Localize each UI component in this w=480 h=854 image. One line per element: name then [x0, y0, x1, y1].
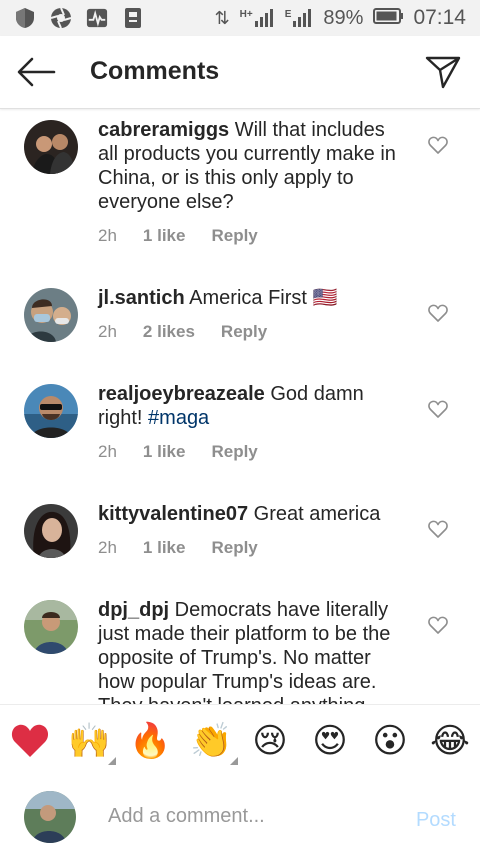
- post-button[interactable]: Post: [416, 809, 456, 832]
- signal-icon-2: E: [285, 9, 314, 27]
- comment-time: 2h: [98, 538, 117, 557]
- emoji-glyph: 😍: [312, 721, 348, 761]
- comment-time: 2h: [98, 442, 117, 461]
- like-heart-icon[interactable]: [428, 304, 448, 322]
- raising-hands-emoji-icon[interactable]: 🙌: [68, 721, 116, 765]
- comment-text: jl.santich America First 🇺🇸: [98, 286, 410, 310]
- comment-body: Great america: [253, 503, 381, 525]
- variant-indicator: [230, 757, 238, 765]
- carrier-label-2: E: [284, 9, 292, 20]
- reply-button[interactable]: Reply: [221, 322, 267, 342]
- comment-username[interactable]: jl.santich: [98, 287, 185, 309]
- comment-text: realjoeybreazeale God damn right! #maga: [98, 382, 410, 430]
- emoji-glyph: 🔥: [129, 721, 172, 761]
- comment-text: dpj_dpj Democrats have literally just ma…: [98, 598, 410, 704]
- comment-time: 2h: [98, 322, 117, 341]
- quick-reactions-bar: 🙌 🔥 👏 😢 😍 😮 😂: [0, 704, 480, 780]
- carrier-label-1: H+: [239, 9, 253, 20]
- emoji-glyph: 😮: [372, 721, 408, 761]
- comment-likes[interactable]: 1 like: [143, 226, 186, 246]
- like-heart-icon[interactable]: [428, 400, 448, 418]
- surprised-face-emoji-icon[interactable]: 😮: [370, 721, 410, 761]
- emoji-glyph: 🙌: [68, 721, 111, 761]
- comment-likes[interactable]: 1 like: [143, 442, 186, 462]
- tears-of-joy-emoji-icon[interactable]: 😂: [430, 721, 470, 761]
- avatar[interactable]: [24, 504, 78, 558]
- comment-item: jl.santich America First 🇺🇸 2h 2 likes R…: [0, 278, 480, 386]
- comment-meta: 2h 1 like Reply: [98, 442, 284, 462]
- comment-username[interactable]: dpj_dpj: [98, 599, 169, 621]
- aperture-icon: [50, 7, 72, 29]
- comment-item: cabreramiggs Will that includes all prod…: [0, 108, 480, 278]
- page-title: Comments: [90, 57, 220, 85]
- red-heart-emoji-icon[interactable]: [10, 721, 50, 761]
- reply-button[interactable]: Reply: [211, 538, 257, 558]
- like-heart-icon[interactable]: [428, 136, 448, 154]
- avatar[interactable]: [24, 288, 78, 342]
- back-arrow-icon[interactable]: [16, 56, 56, 88]
- shield-icon: [14, 7, 36, 29]
- comment-body: America First 🇺🇸: [189, 287, 338, 309]
- avatar[interactable]: [24, 120, 78, 174]
- comment-username[interactable]: realjoeybreazeale: [98, 383, 265, 405]
- comment-composer: Add a comment... Post: [0, 779, 480, 854]
- comment-meta: 2h 1 like Reply: [98, 538, 284, 558]
- emoji-glyph: 👏: [190, 721, 233, 761]
- header-bar: Comments: [0, 36, 480, 109]
- reply-button[interactable]: Reply: [211, 226, 257, 246]
- comment-username[interactable]: kittyvalentine07: [98, 503, 248, 525]
- comment-text: cabreramiggs Will that includes all prod…: [98, 118, 410, 214]
- send-direct-icon[interactable]: [424, 54, 462, 90]
- activity-monitor-icon: [86, 7, 108, 29]
- clapping-hands-emoji-icon[interactable]: 👏: [190, 721, 238, 765]
- fire-emoji-icon[interactable]: 🔥: [129, 721, 172, 761]
- like-heart-icon[interactable]: [428, 520, 448, 538]
- battery-percent: 89%: [323, 6, 364, 29]
- clock: 07:14: [413, 6, 466, 29]
- variant-indicator: [108, 757, 116, 765]
- comment-text: kittyvalentine07 Great america: [98, 502, 410, 526]
- comment-item: kittyvalentine07 Great america 2h 1 like…: [0, 496, 480, 592]
- comments-list[interactable]: cabreramiggs Will that includes all prod…: [0, 108, 480, 704]
- hashtag-link[interactable]: #maga: [148, 407, 209, 429]
- like-heart-icon[interactable]: [428, 616, 448, 634]
- emoji-glyph: 😂: [430, 721, 470, 761]
- comment-item: realjoeybreazeale God damn right! #maga …: [0, 376, 480, 496]
- comment-meta: 2h 2 likes Reply: [98, 322, 293, 342]
- comment-meta: 2h 1 like Reply: [98, 226, 284, 246]
- comment-input[interactable]: Add a comment...: [108, 805, 265, 828]
- comment-likes[interactable]: 1 like: [143, 538, 186, 558]
- crying-face-emoji-icon[interactable]: 😢: [250, 721, 290, 761]
- comment-likes[interactable]: 2 likes: [143, 322, 195, 342]
- comment-username[interactable]: cabreramiggs: [98, 119, 229, 141]
- data-transfer-icon: ⇅: [214, 7, 230, 28]
- battery-icon: [373, 7, 404, 30]
- comment-item: dpj_dpj Democrats have literally just ma…: [0, 592, 480, 704]
- current-user-avatar: [24, 791, 76, 843]
- sim-card-icon: [122, 7, 144, 29]
- comment-time: 2h: [98, 226, 117, 245]
- avatar[interactable]: [24, 384, 78, 438]
- signal-icon-1: H+: [240, 9, 275, 27]
- reply-button[interactable]: Reply: [211, 442, 257, 462]
- status-bar: ⇅ H+ E 89% 07:14: [0, 0, 480, 36]
- emoji-glyph: 😢: [252, 721, 288, 761]
- avatar[interactable]: [24, 600, 78, 654]
- heart-eyes-emoji-icon[interactable]: 😍: [310, 721, 350, 761]
